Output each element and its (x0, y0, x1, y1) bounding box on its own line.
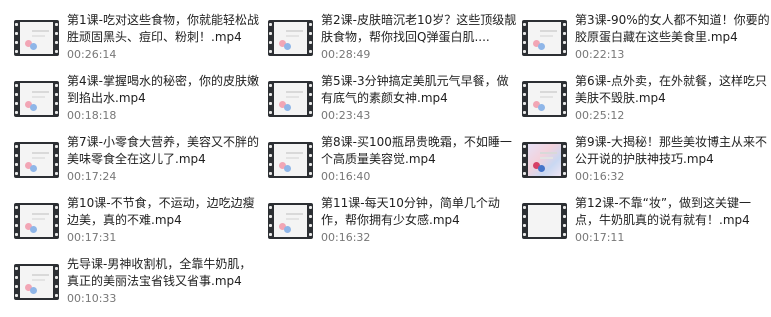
video-file-item[interactable]: 第12课-不靠“妆”，做到这关键一点，牛奶肌真的说有就有！.mp4 00:17:… (522, 195, 771, 256)
file-duration: 00:25:12 (575, 109, 625, 122)
video-file-item[interactable]: 第1课-吃对这些食物，你就能轻松战胜顽固黑头、痘印、粉刺！.mp4 00:26:… (14, 12, 268, 73)
video-file-icon (14, 142, 59, 178)
video-file-item[interactable]: 第10课-不节食，不运动，边吃边瘦边美，真的不难.mp4 00:17:31 (14, 195, 268, 256)
file-name: 第2课-皮肤暗沉老10岁？这些顶级靓肤食物，帮你找回Q弹蛋白肌.... (321, 13, 517, 44)
file-duration: 00:17:24 (67, 170, 117, 183)
file-name: 第6课-点外卖，在外就餐，这样吃只美肤不毁肤.mp4 (575, 74, 767, 105)
video-file-icon (268, 20, 313, 56)
file-name: 第5课-3分钟搞定美肌元气早餐，做有底气的素颜女神.mp4 (321, 74, 509, 105)
video-file-icon (14, 264, 59, 300)
video-file-item[interactable]: 第8课-买100瓶昂贵晚霜，不如睡一个高质量美容觉.mp4 00:16:40 (268, 134, 522, 195)
video-file-icon (14, 20, 59, 56)
video-file-icon (14, 81, 59, 117)
video-file-icon (522, 81, 567, 117)
file-grid: 第1课-吃对这些食物，你就能轻松战胜顽固黑头、痘印、粉刺！.mp4 00:26:… (14, 12, 771, 317)
video-file-item[interactable]: 第2课-皮肤暗沉老10岁？这些顶级靓肤食物，帮你找回Q弹蛋白肌.... 00:2… (268, 12, 522, 73)
file-duration: 00:16:40 (321, 170, 371, 183)
file-name: 第8课-买100瓶昂贵晚霜，不如睡一个高质量美容觉.mp4 (321, 135, 512, 166)
file-duration: 00:22:13 (575, 48, 625, 61)
video-file-icon (522, 142, 567, 178)
file-name: 第4课-掌握喝水的秘密，你的皮肤嫩到掐出水.mp4 (67, 74, 259, 105)
file-name: 第10课-不节食，不运动，边吃边瘦边美，真的不难.mp4 (67, 196, 255, 227)
file-name: 第11课-每天10分钟，简单几个动作，帮你拥有少女感.mp4 (321, 196, 500, 227)
video-file-icon (14, 203, 59, 239)
file-name: 先导课-男神收割机，全靠牛奶肌，真正的美丽法宝省钱又省事.mp4 (67, 257, 252, 288)
video-file-item[interactable]: 第7课-小零食大营养，美容又不胖的美味零食全在这儿了.mp4 00:17:24 (14, 134, 268, 195)
file-duration: 00:28:49 (321, 48, 371, 61)
file-duration: 00:18:18 (67, 109, 117, 122)
file-duration: 00:17:11 (575, 231, 625, 244)
file-name: 第1课-吃对这些食物，你就能轻松战胜顽固黑头、痘印、粉刺！.mp4 (67, 13, 259, 44)
video-file-item[interactable]: 第11课-每天10分钟，简单几个动作，帮你拥有少女感.mp4 00:16:32 (268, 195, 522, 256)
file-name: 第7课-小零食大营养，美容又不胖的美味零食全在这儿了.mp4 (67, 135, 259, 166)
file-duration: 00:16:32 (321, 231, 371, 244)
file-duration: 00:23:43 (321, 109, 371, 122)
file-name: 第9课-大揭秘！那些美妆博主从来不公开说的护肤神技巧.mp4 (575, 135, 767, 166)
file-name: 第12课-不靠“妆”，做到这关键一点，牛奶肌真的说有就有！.mp4 (575, 196, 752, 227)
video-file-item[interactable]: 先导课-男神收割机，全靠牛奶肌，真正的美丽法宝省钱又省事.mp4 00:10:3… (14, 256, 268, 317)
file-duration: 00:10:33 (67, 292, 117, 305)
video-file-item[interactable]: 第6课-点外卖，在外就餐，这样吃只美肤不毁肤.mp4 00:25:12 (522, 73, 771, 134)
video-file-icon (268, 142, 313, 178)
video-file-icon (522, 20, 567, 56)
file-duration: 00:26:14 (67, 48, 117, 61)
video-file-item[interactable]: 第4课-掌握喝水的秘密，你的皮肤嫩到掐出水.mp4 00:18:18 (14, 73, 268, 134)
file-duration: 00:16:32 (575, 170, 625, 183)
video-file-item[interactable]: 第5课-3分钟搞定美肌元气早餐，做有底气的素颜女神.mp4 00:23:43 (268, 73, 522, 134)
file-duration: 00:17:31 (67, 231, 117, 244)
video-file-item[interactable]: 第9课-大揭秘！那些美妆博主从来不公开说的护肤神技巧.mp4 00:16:32 (522, 134, 771, 195)
video-file-icon (268, 81, 313, 117)
video-file-icon (268, 203, 313, 239)
video-file-icon (522, 203, 567, 239)
file-name: 第3课-90%的女人都不知道！你要的胶原蛋白藏在这些美食里.mp4 (575, 13, 770, 44)
video-file-item[interactable]: 第3课-90%的女人都不知道！你要的胶原蛋白藏在这些美食里.mp4 00:22:… (522, 12, 771, 73)
